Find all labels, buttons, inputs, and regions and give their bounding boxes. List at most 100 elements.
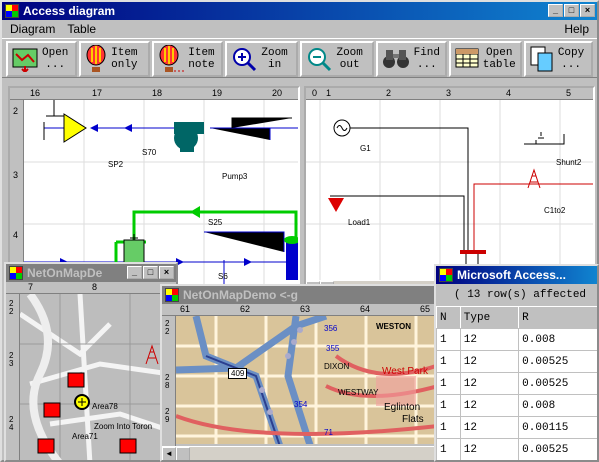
access-title-bar[interactable]: Microsoft Access... [436,266,597,284]
map-label-flats: Flats [402,414,424,425]
rows-affected-status: ( 13 row(s) affected [436,284,597,306]
ruler-col: 4 [506,88,512,98]
cell-r: 0.00525 [518,372,597,395]
label-pump3: Pump3 [222,172,248,181]
label-sp2: SP2 [108,160,124,169]
map-label-west-park: West Park [382,366,428,377]
cell-n: 1 [436,328,461,351]
col-header-n[interactable]: N [436,306,461,329]
cell-type: 12 [459,328,520,351]
cell-type: 12 [459,394,520,417]
map1-canvas[interactable]: Area78 Area71 Zoom Into Toron [20,294,176,460]
map1-body[interactable]: 7 8 2 2 2 3 2 4 Area78 Area71 Zoom Into … [6,282,176,460]
ruler-col: 2 [386,88,392,98]
cell-r: 0.008 [518,394,597,417]
map2-scroll-thumb[interactable] [176,447,190,460]
map1-close-button[interactable]: × [159,266,174,279]
menu-bar: Diagram Table Help [2,20,597,38]
table-row[interactable]: 1120.0080 [436,394,597,417]
ruler-col: 16 [30,88,41,98]
zoom-out-label: Zoom out [336,47,363,71]
ruler-row: 2 2 [165,319,170,336]
item-only-label: Item only [111,47,138,71]
main-title: Access diagram [23,4,116,18]
col-header-r[interactable]: R [518,306,597,329]
ruler-col: 62 [240,304,251,314]
menu-help[interactable]: Help [564,22,589,36]
table-row[interactable]: 1120.001150 [436,416,597,439]
ruler-col: 8 [92,282,98,292]
menu-diagram[interactable]: Diagram [10,22,55,36]
ruler-col: 20 [272,88,283,98]
map1-maximize-button[interactable]: □ [143,266,158,279]
zoom-in-button[interactable]: Zoom in [225,41,299,77]
access-body: ( 13 row(s) affected N Type R X 1120.008… [436,284,597,460]
map1-title-bar[interactable]: NetOnMapDe _ □ × [6,264,176,282]
balloon-note-icon [159,45,185,72]
map2-scroll-left[interactable]: ◄ [162,447,176,460]
copy-icon [530,46,553,72]
cell-n: 1 [436,438,461,460]
item-note-button[interactable]: Item note [152,41,224,77]
map2-h-scrollbar[interactable]: ◄ [162,446,438,460]
menu-table[interactable]: Table [67,22,96,36]
maximize-button[interactable]: □ [564,4,579,17]
zoom-out-button[interactable]: Zoom out [300,41,374,77]
map2-canvas[interactable]: WESTON DIXON WESTWAY West Park Eglinton … [176,316,438,460]
map1-title: NetOnMapDe [27,266,103,280]
map2-title-bar[interactable]: NetOnMapDemo <-g [162,286,438,304]
find-button[interactable]: Find ... [375,41,447,77]
toolbar: Open ... Item only Item note Zoom in Zoo… [2,38,597,78]
label-s25: S25 [208,218,223,227]
open-label: Open ... [42,47,69,71]
table-row[interactable]: 1120.005250 [436,438,597,460]
cell-type: 12 [459,416,520,439]
map-label-dixon: DIXON [324,362,350,371]
right-column-ruler: 0 1 2 3 4 5 [306,88,593,100]
app-icon [5,4,19,18]
ruler-row: 2 4 [9,415,14,432]
label-s6: S6 [218,272,228,281]
ruler-col: 19 [212,88,223,98]
label-load1: Load1 [348,218,371,227]
table-row[interactable]: 1120.0080 [436,328,597,351]
item-note-label: Item note [188,47,215,71]
close-button[interactable]: × [580,4,595,17]
ruler-col: 5 [566,88,572,98]
label-shunt2: Shunt2 [556,158,582,167]
label-area78: Area78 [92,402,118,411]
minimize-button[interactable]: _ [548,4,563,17]
open-table-label: Open table [482,47,516,71]
table-row[interactable]: 1120.005250 [436,372,597,395]
map1-row-ruler: 2 2 2 3 2 4 [6,294,20,460]
main-title-bar[interactable]: Access diagram _ □ × [2,2,597,20]
map-window-2: NetOnMapDemo <-g 61 62 63 64 65 2 2 2 8 … [160,284,440,462]
copy-button[interactable]: Copy ... [523,41,593,77]
col-header-type[interactable]: Type [459,306,520,329]
label-g1: G1 [360,144,371,153]
table-row[interactable]: 1120.005250 [436,350,597,373]
open-button[interactable]: Open ... [6,41,78,77]
route-354-label: 354 [294,400,308,409]
ruler-col: 17 [92,88,103,98]
cell-type: 12 [459,372,520,395]
map2-app-icon [165,288,179,302]
ruler-col: 63 [300,304,311,314]
map2-body[interactable]: 61 62 63 64 65 2 2 2 8 2 9 WESTON DIXON … [162,304,438,460]
cell-r: 0.008 [518,328,597,351]
results-table[interactable]: N Type R X 1120.0080 1120.005250 1120.00… [436,306,597,460]
open-table-button[interactable]: Open table [448,41,522,77]
cell-r: 0.00525 [518,438,597,460]
map2-column-ruler: 61 62 63 64 65 [162,304,438,316]
label-s70: S70 [142,148,157,157]
route-356-label: 356 [324,324,338,333]
ruler-col: 7 [28,282,34,292]
map1-app-icon [9,266,23,280]
item-only-button[interactable]: Item only [79,41,151,77]
ruler-row: 2 3 [9,351,14,368]
ruler-col: 61 [180,304,191,314]
route-355-label: 355 [326,344,340,353]
map1-minimize-button[interactable]: _ [127,266,142,279]
route-409-shield: 409 [228,368,248,379]
route-71-label: 71 [324,428,333,437]
